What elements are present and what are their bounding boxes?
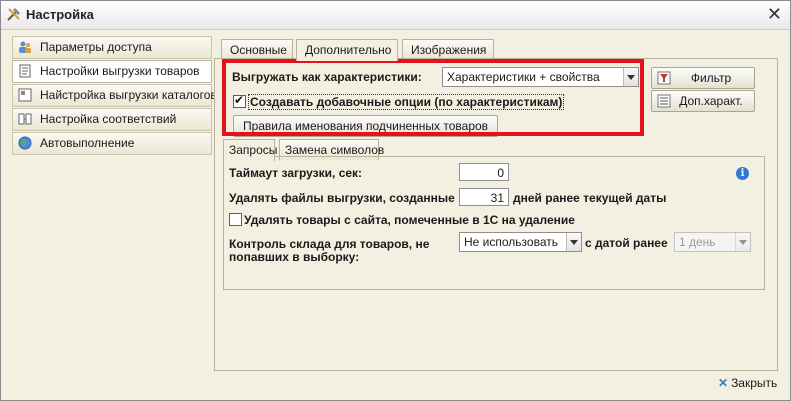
- stock-control-select[interactable]: Не использовать: [459, 232, 582, 252]
- filter-icon: [657, 71, 671, 85]
- tab-main[interactable]: Основные: [221, 39, 293, 60]
- delete-files-suffix: дней ранее текущей даты: [513, 191, 667, 205]
- close-icon: ✕: [718, 376, 729, 390]
- tab-label: Запросы: [229, 143, 278, 157]
- tab-label: Изображения: [411, 43, 487, 57]
- close-button[interactable]: ✕ Закрыть: [718, 376, 777, 390]
- filter-button-label: Фильтр: [690, 71, 732, 85]
- timeout-label: Таймаут загрузки, сек:: [229, 166, 363, 180]
- chevron-down-icon[interactable]: [566, 233, 581, 251]
- sidebar-item-label: Настройки выгрузки товаров: [40, 64, 200, 78]
- date-earlier-value: 1 день: [679, 235, 716, 249]
- globe-icon: [18, 136, 32, 150]
- tab-label: Замена символов: [285, 143, 385, 157]
- info-icon[interactable]: i: [736, 167, 749, 180]
- extra-char-button[interactable]: Доп.характ.: [651, 90, 755, 112]
- stock-control-label-line1: Контроль склада для товаров, не: [229, 237, 430, 251]
- list-icon: [657, 94, 671, 108]
- filter-button[interactable]: Фильтр: [651, 67, 755, 89]
- sidebar: Параметры доступа Настройки выгрузки тов…: [12, 36, 217, 156]
- sidebar-item-label: Найстройка выгрузки каталогов: [40, 88, 217, 102]
- date-earlier-select[interactable]: 1 день: [674, 232, 751, 252]
- document-icon: [19, 64, 31, 78]
- tab-label: Основные: [230, 43, 287, 57]
- date-earlier-label: с датой ранее: [585, 236, 668, 250]
- sidebar-item-label: Параметры доступа: [40, 40, 152, 54]
- sidebar-item-autorun[interactable]: Автовыполнение: [12, 132, 212, 155]
- sidebar-item-product-export[interactable]: Настройки выгрузки товаров: [12, 60, 212, 83]
- stock-control-value: Не использовать: [464, 235, 558, 249]
- delete-files-days-input[interactable]: 31: [459, 188, 509, 206]
- delete-products-label: Удалять товары с сайта, помеченные в 1С …: [244, 213, 575, 227]
- window-title: Настройка: [26, 7, 94, 22]
- tab-images[interactable]: Изображения: [402, 39, 494, 60]
- chevron-down-icon: [735, 233, 750, 251]
- sidebar-item-mapping[interactable]: Настройка соответствий: [12, 108, 212, 131]
- sidebar-item-label: Автовыполнение: [40, 136, 135, 150]
- sidebar-item-catalog-export[interactable]: Найстройка выгрузки каталогов: [12, 84, 217, 107]
- title-bar: Настройка ✕: [1, 1, 790, 30]
- users-icon: [19, 41, 31, 53]
- tab-label: Дополнительно: [305, 43, 392, 57]
- delete-products-checkbox[interactable]: [229, 213, 242, 226]
- tab-additional[interactable]: Дополнительно: [296, 39, 398, 61]
- tab-requests[interactable]: Запросы: [223, 139, 278, 161]
- stock-control-label-line2: попавших в выборку:: [229, 250, 360, 264]
- delete-files-label: Удалять файлы выгрузки, созданные: [229, 191, 455, 205]
- sidebar-item-label: Настройка соответствий: [40, 112, 177, 126]
- highlight-frame: [222, 59, 644, 136]
- catalog-icon: [18, 88, 32, 102]
- extra-char-button-label: Доп.характ.: [679, 94, 743, 108]
- settings-window: Настройка ✕ Параметры доступа Настройки …: [0, 0, 791, 401]
- close-button-label: Закрыть: [731, 376, 778, 390]
- mapping-icon: [18, 113, 32, 125]
- tools-icon: [7, 8, 20, 21]
- timeout-input[interactable]: 0: [459, 163, 509, 181]
- sidebar-item-access[interactable]: Параметры доступа: [12, 36, 212, 59]
- close-icon[interactable]: ✕: [767, 4, 782, 25]
